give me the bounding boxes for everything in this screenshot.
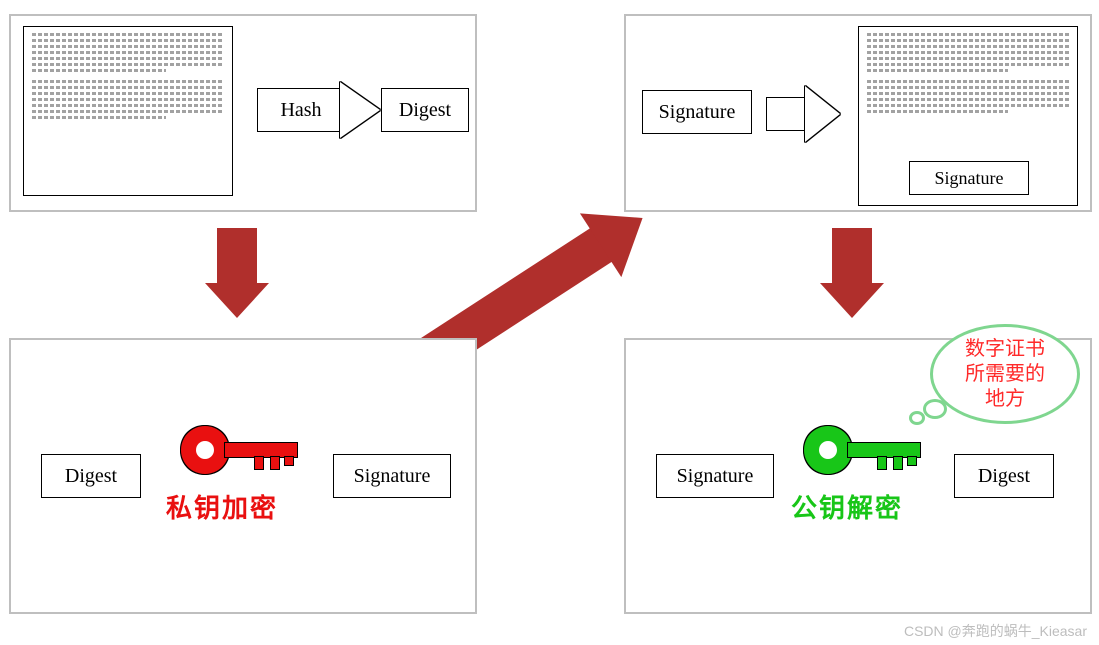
digest-box-bottom-left: Digest xyxy=(41,454,141,498)
embedded-signature-box: Signature xyxy=(909,161,1029,195)
digest-label-2: Digest xyxy=(65,465,117,488)
speech-line3: 地方 xyxy=(985,388,1025,410)
signature-box-bottom-left: Signature xyxy=(333,454,451,498)
speech-line1: 数字证书 xyxy=(965,338,1045,360)
digest-label-3: Digest xyxy=(978,465,1030,488)
signature-box-bottom-right: Signature xyxy=(656,454,774,498)
down-arrow-right-icon xyxy=(832,228,872,318)
signature-box-top: Signature xyxy=(642,90,752,134)
plaintext-document xyxy=(23,26,233,196)
panel-top-left: Hash Digest xyxy=(9,14,477,212)
hash-label: Hash xyxy=(280,99,321,122)
digest-box-bottom-right: Digest xyxy=(954,454,1054,498)
signature-label: Signature xyxy=(659,101,736,124)
private-encrypt-caption: 私钥加密 xyxy=(166,488,278,525)
digest-box-top: Digest xyxy=(381,88,469,132)
hash-box: Hash xyxy=(257,88,345,132)
panel-bottom-left: Digest 私钥加密 Signature xyxy=(9,338,477,614)
signature-label-2: Signature xyxy=(354,465,431,488)
watermark: CSDN @奔跑的蜗牛_Kieasar xyxy=(904,621,1087,641)
digest-label: Digest xyxy=(399,99,451,122)
signed-document: Signature xyxy=(858,26,1078,206)
down-arrow-left-icon xyxy=(217,228,257,318)
embedded-signature-label: Signature xyxy=(935,168,1004,189)
public-key-icon xyxy=(804,420,924,480)
signature-label-3: Signature xyxy=(677,465,754,488)
public-decrypt-caption: 公钥解密 xyxy=(791,488,903,525)
speech-line2: 所需要的 xyxy=(965,363,1045,385)
panel-top-right: Signature Signature xyxy=(624,14,1092,212)
speech-text: 数字证书 所需要的 地方 xyxy=(965,337,1045,412)
private-key-icon xyxy=(181,420,301,480)
attach-arrow-icon xyxy=(766,86,840,142)
speech-bubble: 数字证书 所需要的 地方 xyxy=(930,324,1080,424)
